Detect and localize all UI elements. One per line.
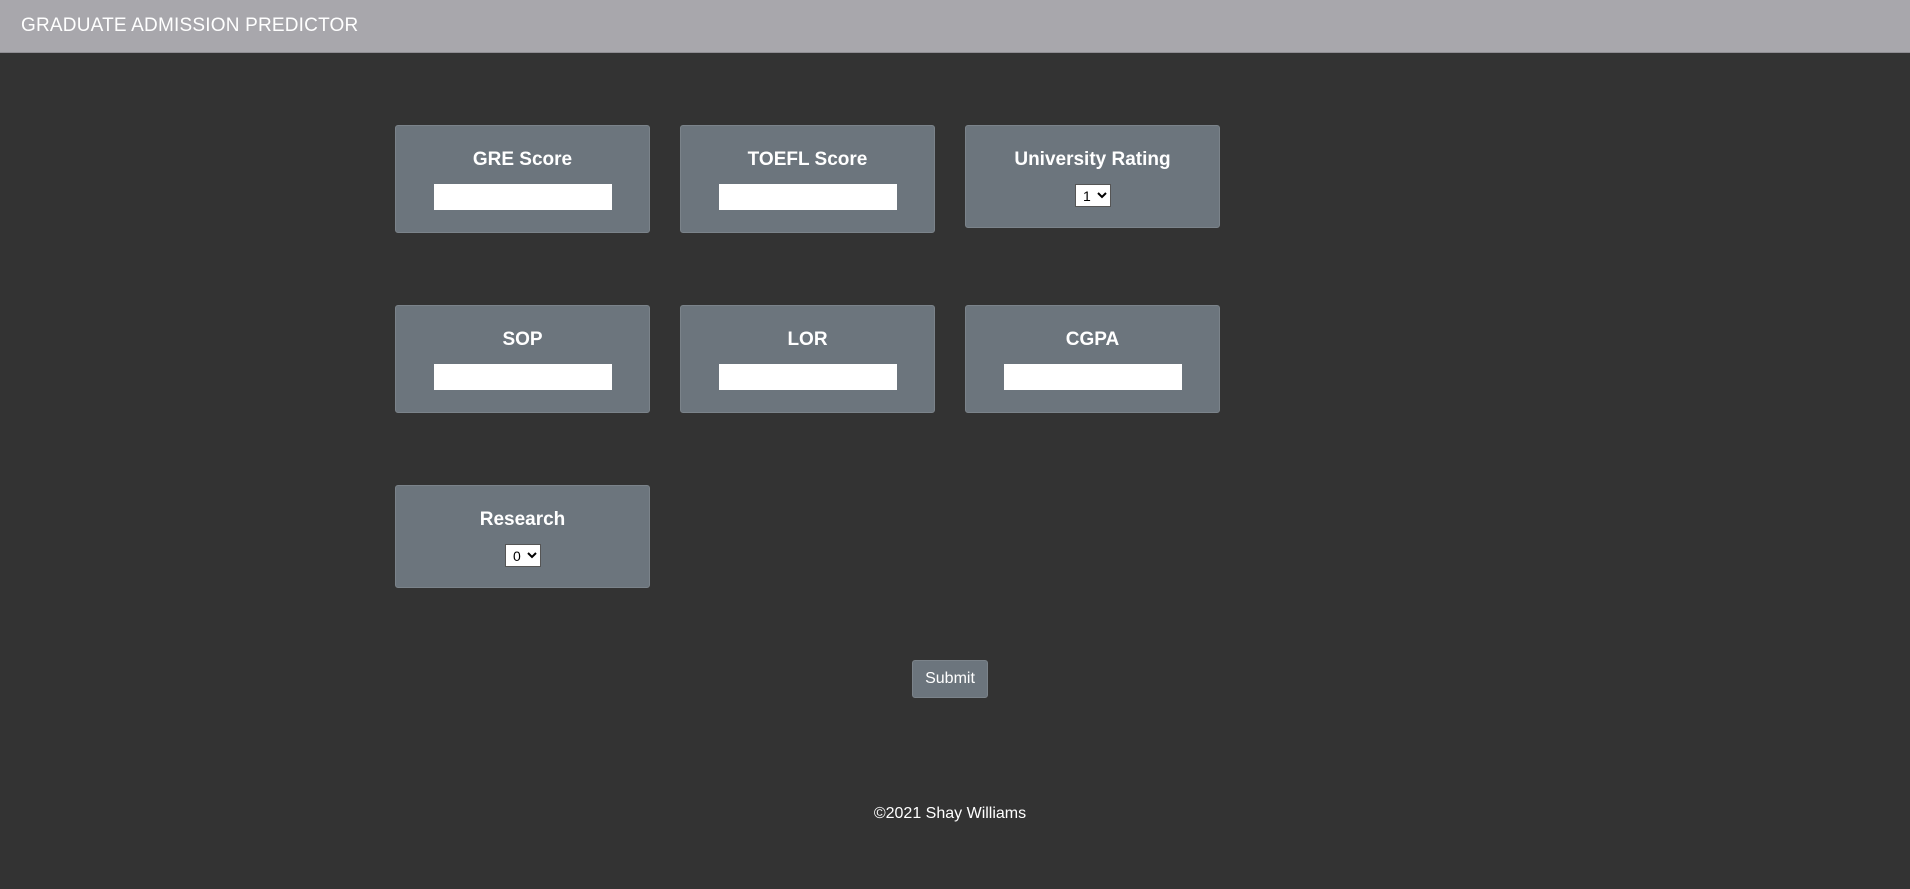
toefl-score-label: TOEFL Score [747,149,868,170]
submit-button[interactable]: Submit [912,660,988,698]
sop-input[interactable] [433,363,613,391]
gre-score-input[interactable] [433,183,613,211]
brand-title[interactable]: GRADUATE ADMISSION PREDICTOR [21,15,358,37]
gre-score-card: GRE Score [395,125,650,233]
sop-card: SOP [395,305,650,413]
research-card: Research 0 [395,485,650,588]
toefl-score-input[interactable] [718,183,898,211]
footer-copyright: ©2021 Shay Williams [873,805,1027,822]
navbar: GRADUATE ADMISSION PREDICTOR [0,0,1910,53]
cgpa-label: CGPA [1065,329,1120,350]
lor-card: LOR [680,305,935,413]
university-rating-select[interactable]: 1 [1075,184,1111,207]
toefl-score-card: TOEFL Score [680,125,935,233]
cgpa-input[interactable] [1003,363,1183,391]
research-label: Research [479,509,566,530]
cgpa-card: CGPA [965,305,1220,413]
lor-input[interactable] [718,363,898,391]
research-select[interactable]: 0 [505,544,541,567]
lor-label: LOR [787,329,828,350]
sop-label: SOP [502,329,543,350]
gre-score-label: GRE Score [472,149,573,170]
university-rating-card: University Rating 1 [965,125,1220,228]
university-rating-label: University Rating [1014,149,1171,170]
